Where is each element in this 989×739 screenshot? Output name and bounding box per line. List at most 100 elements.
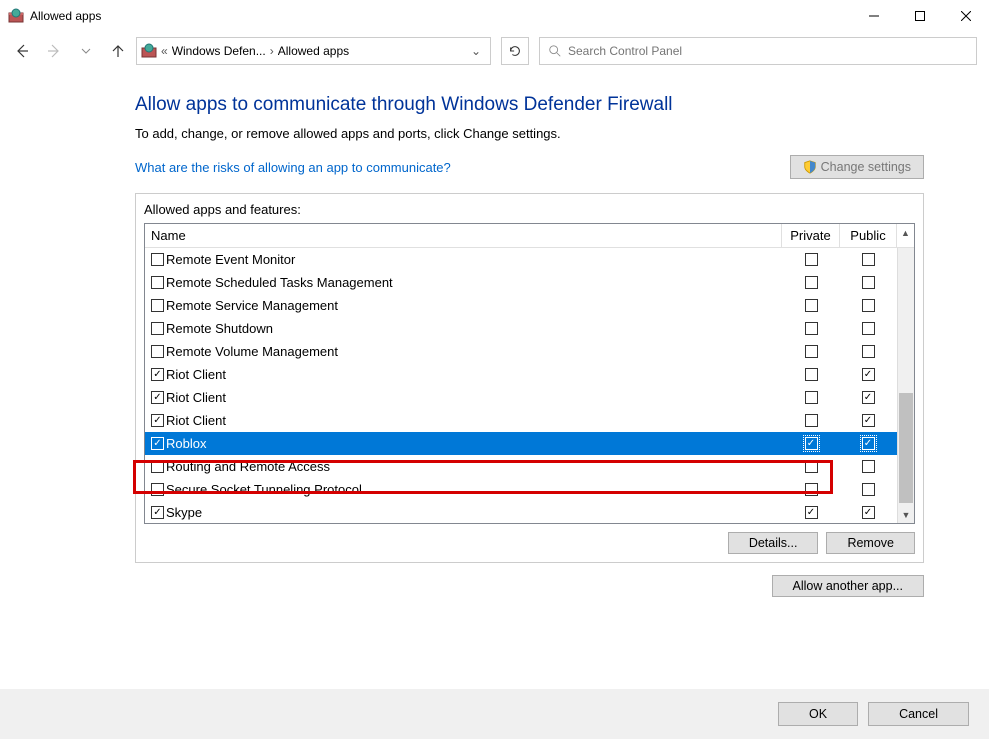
change-settings-button[interactable]: Change settings <box>790 155 924 179</box>
checkbox[interactable] <box>151 299 164 312</box>
checkbox[interactable] <box>862 345 875 358</box>
app-name: Remote Scheduled Tasks Management <box>166 275 393 290</box>
app-name: Remote Event Monitor <box>166 252 295 267</box>
app-name: Skype <box>166 505 202 520</box>
refresh-button[interactable] <box>501 37 529 65</box>
checkbox[interactable] <box>151 253 164 266</box>
app-name: Remote Service Management <box>166 298 338 313</box>
checkbox[interactable]: ✓ <box>862 437 875 450</box>
scroll-header: ▲ <box>896 224 914 247</box>
page-subtext: To add, change, or remove allowed apps a… <box>135 126 924 141</box>
minimize-button[interactable] <box>851 0 897 32</box>
maximize-button[interactable] <box>897 0 943 32</box>
checkbox[interactable] <box>805 483 818 496</box>
checkbox[interactable]: ✓ <box>151 506 164 519</box>
recent-dropdown[interactable] <box>72 37 100 65</box>
checkbox[interactable] <box>805 368 818 381</box>
checkbox[interactable] <box>805 299 818 312</box>
app-name: Riot Client <box>166 367 226 382</box>
checkbox[interactable] <box>151 322 164 335</box>
app-name: Secure Socket Tunneling Protocol <box>166 482 362 497</box>
shield-icon <box>803 160 817 174</box>
scroll-thumb[interactable] <box>899 393 913 503</box>
col-name[interactable]: Name <box>145 224 782 247</box>
checkbox[interactable] <box>805 460 818 473</box>
scrollbar[interactable]: ▼ <box>897 248 914 523</box>
table-row[interactable]: Secure Socket Tunneling Protocol <box>145 478 914 501</box>
grid-header: Name Private Public ▲ <box>145 224 914 248</box>
chevron-down-icon[interactable]: ⌄ <box>466 44 486 58</box>
checkbox[interactable] <box>151 276 164 289</box>
table-row[interactable]: Remote Volume Management <box>145 340 914 363</box>
breadcrumb-item[interactable]: Allowed apps <box>278 44 349 58</box>
breadcrumb[interactable]: « Windows Defen... › Allowed apps ⌄ <box>136 37 491 65</box>
app-name: Remote Volume Management <box>166 344 338 359</box>
checkbox[interactable]: ✓ <box>151 437 164 450</box>
breadcrumb-item[interactable]: Windows Defen... <box>172 44 266 58</box>
col-public[interactable]: Public <box>840 224 896 247</box>
checkbox[interactable]: ✓ <box>862 414 875 427</box>
forward-button[interactable] <box>40 37 68 65</box>
table-row[interactable]: ✓Riot Client✓ <box>145 363 914 386</box>
col-private[interactable]: Private <box>782 224 840 247</box>
nav-bar: « Windows Defen... › Allowed apps ⌄ <box>0 32 989 70</box>
table-row[interactable]: Remote Service Management <box>145 294 914 317</box>
search-input[interactable] <box>568 44 968 58</box>
checkbox[interactable]: ✓ <box>862 391 875 404</box>
titlebar: Allowed apps <box>0 0 989 32</box>
checkbox[interactable] <box>862 460 875 473</box>
search-icon <box>548 44 562 58</box>
checkbox[interactable] <box>862 253 875 266</box>
close-button[interactable] <box>943 0 989 32</box>
search-box[interactable] <box>539 37 977 65</box>
app-name: Remote Shutdown <box>166 321 273 336</box>
table-row[interactable]: Remote Scheduled Tasks Management <box>145 271 914 294</box>
risks-link[interactable]: What are the risks of allowing an app to… <box>135 160 451 175</box>
checkbox[interactable] <box>805 253 818 266</box>
checkbox[interactable] <box>862 322 875 335</box>
checkbox[interactable] <box>805 276 818 289</box>
table-row[interactable]: ✓Riot Client✓ <box>145 386 914 409</box>
checkbox[interactable] <box>151 483 164 496</box>
checkbox[interactable]: ✓ <box>862 506 875 519</box>
checkbox[interactable] <box>862 276 875 289</box>
scroll-down-icon[interactable]: ▼ <box>898 506 914 523</box>
checkbox[interactable] <box>151 345 164 358</box>
checkbox[interactable] <box>805 322 818 335</box>
table-row[interactable]: Remote Event Monitor <box>145 248 914 271</box>
checkbox[interactable] <box>805 414 818 427</box>
checkbox[interactable] <box>862 483 875 496</box>
table-row[interactable]: Routing and Remote Access <box>145 455 914 478</box>
table-row[interactable]: ✓Skype✓✓ <box>145 501 914 523</box>
checkbox[interactable]: ✓ <box>151 414 164 427</box>
content: Allow apps to communicate through Window… <box>0 70 989 597</box>
checkbox[interactable]: ✓ <box>862 368 875 381</box>
details-button[interactable]: Details... <box>728 532 819 554</box>
firewall-icon <box>141 43 157 59</box>
page-heading: Allow apps to communicate through Window… <box>135 94 924 116</box>
table-row[interactable]: Remote Shutdown <box>145 317 914 340</box>
dialog-footer: OK Cancel <box>0 689 989 739</box>
back-button[interactable] <box>8 37 36 65</box>
app-name: Roblox <box>166 436 206 451</box>
checkbox[interactable]: ✓ <box>151 368 164 381</box>
allowed-apps-panel: Allowed apps and features: Name Private … <box>135 193 924 563</box>
up-button[interactable] <box>104 37 132 65</box>
apps-grid: Name Private Public ▲ Remote Event Monit… <box>144 223 915 524</box>
panel-label: Allowed apps and features: <box>144 202 915 217</box>
checkbox[interactable] <box>862 299 875 312</box>
grid-body: Remote Event Monitor Remote Scheduled Tas… <box>145 248 914 523</box>
table-row[interactable]: ✓Riot Client✓ <box>145 409 914 432</box>
checkbox[interactable] <box>805 345 818 358</box>
table-row[interactable]: ✓Roblox✓✓ <box>145 432 914 455</box>
cancel-button[interactable]: Cancel <box>868 702 969 726</box>
checkbox[interactable]: ✓ <box>805 437 818 450</box>
allow-another-app-button[interactable]: Allow another app... <box>772 575 925 597</box>
checkbox[interactable] <box>805 391 818 404</box>
remove-button[interactable]: Remove <box>826 532 915 554</box>
scroll-up-icon[interactable]: ▲ <box>897 224 914 241</box>
checkbox[interactable]: ✓ <box>805 506 818 519</box>
checkbox[interactable] <box>151 460 164 473</box>
checkbox[interactable]: ✓ <box>151 391 164 404</box>
ok-button[interactable]: OK <box>778 702 858 726</box>
